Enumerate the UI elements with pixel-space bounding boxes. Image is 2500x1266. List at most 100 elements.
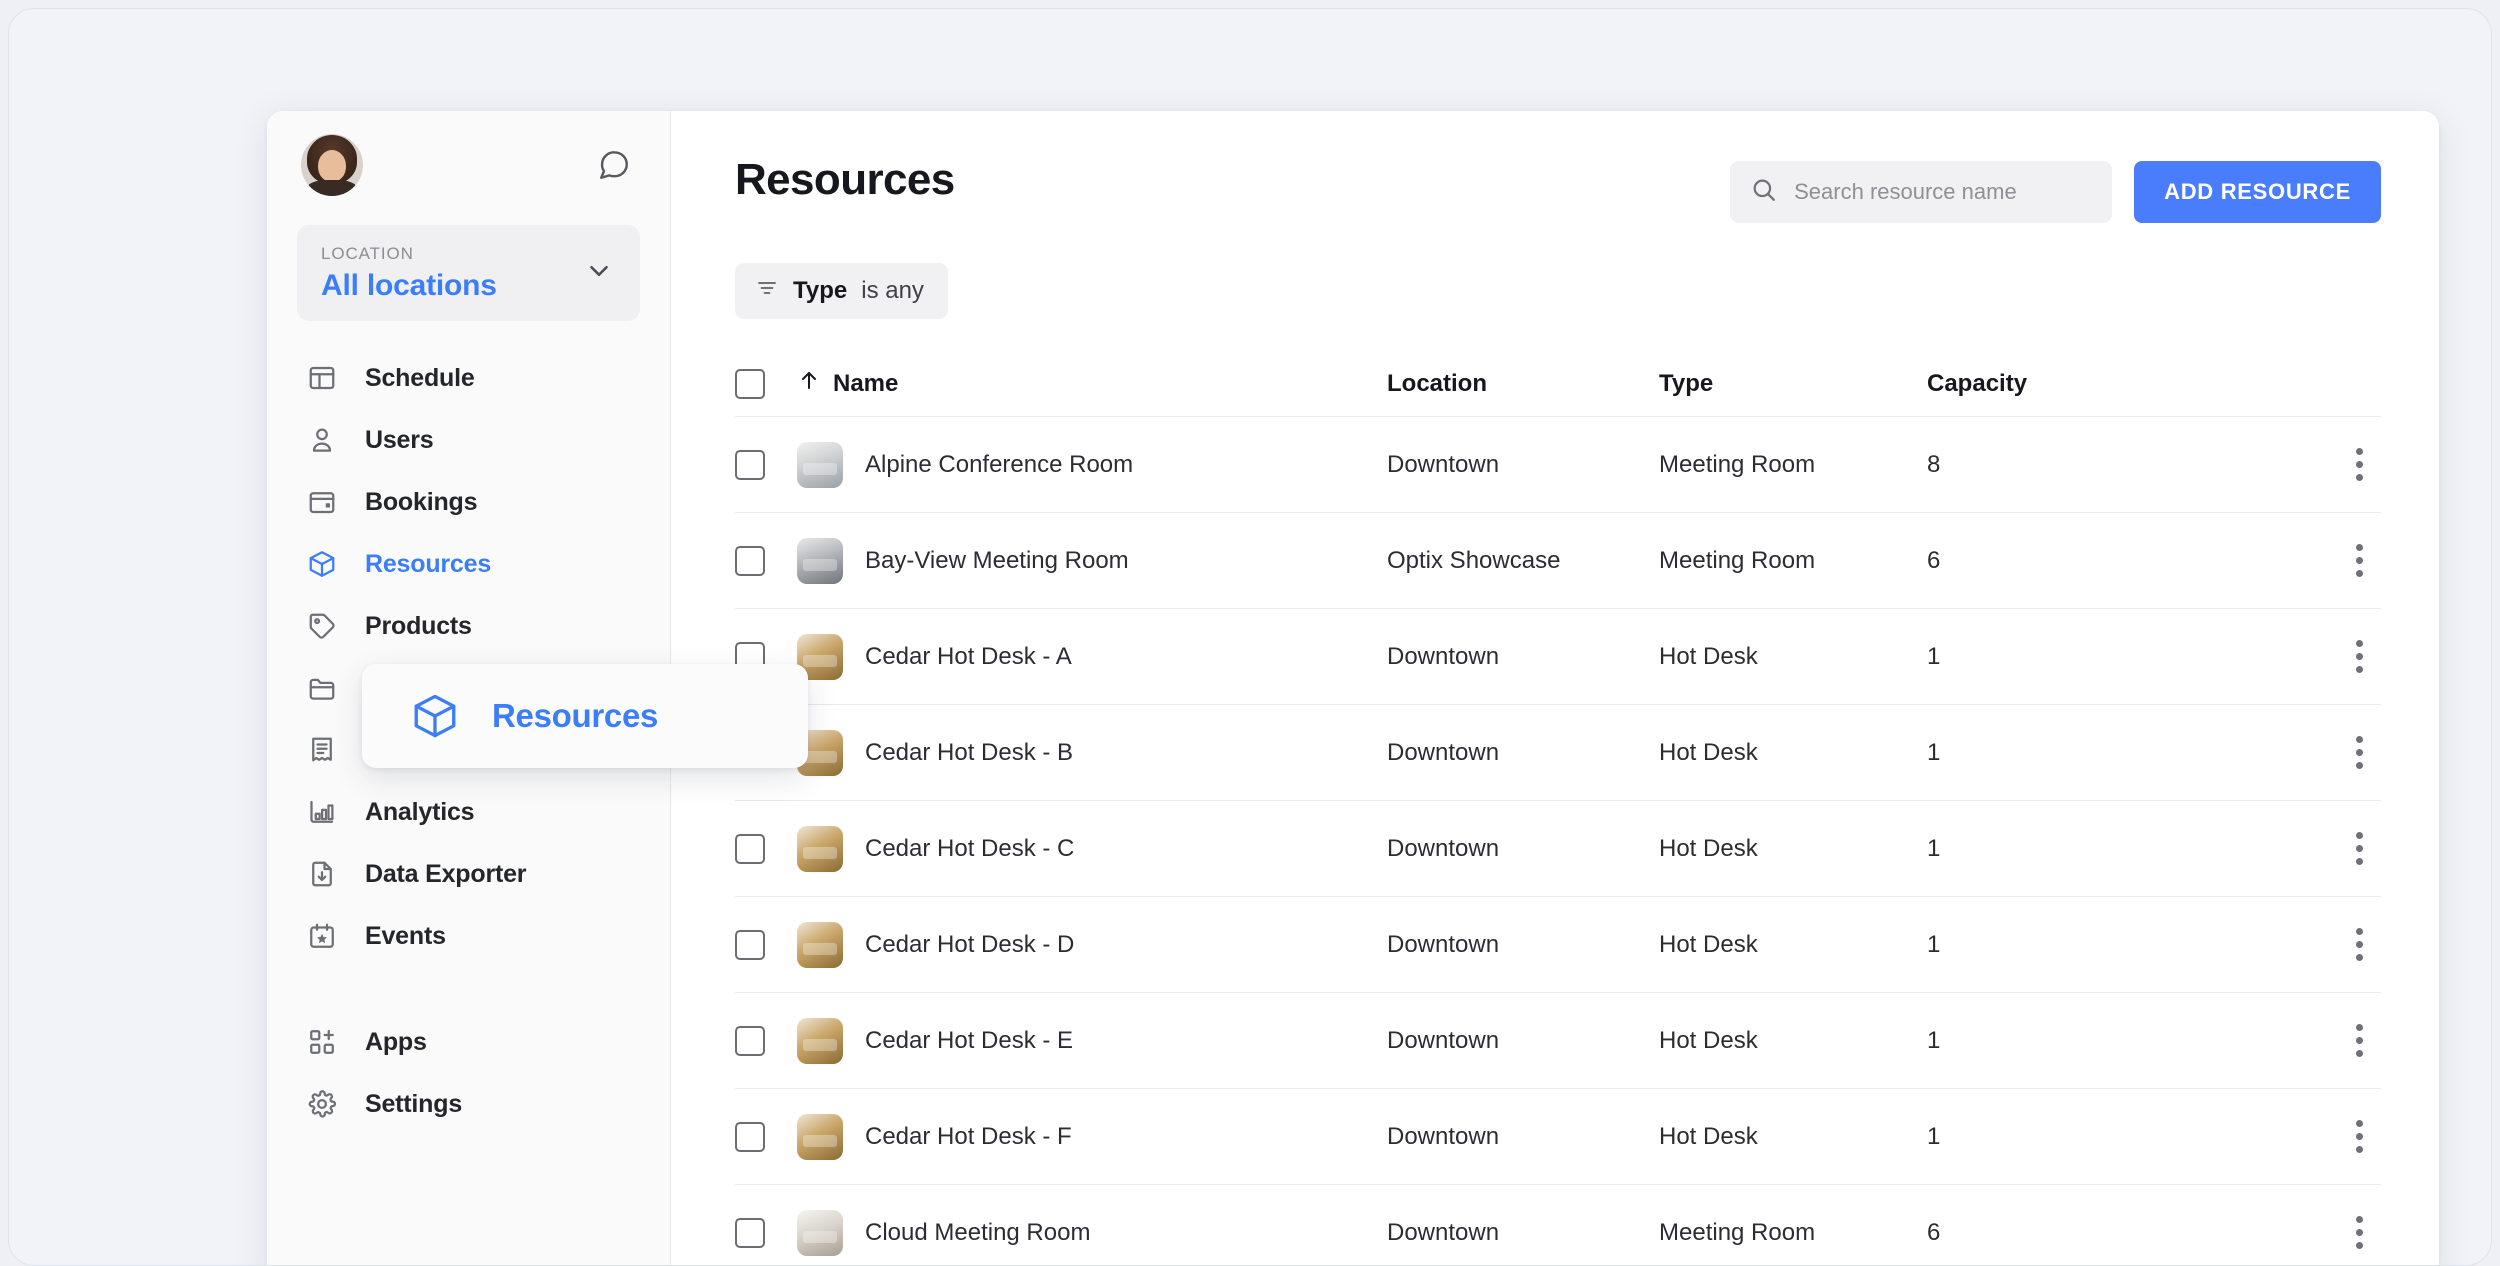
sidebar-item-label: Products bbox=[365, 611, 472, 640]
cell-capacity: 8 bbox=[1927, 450, 1941, 478]
table-row[interactable]: Cedar Hot Desk - F Downtown Hot Desk 1 bbox=[735, 1089, 2381, 1185]
column-header-type[interactable]: Type bbox=[1659, 370, 1927, 398]
search-input[interactable] bbox=[1794, 179, 2093, 205]
row-checkbox[interactable] bbox=[735, 545, 765, 576]
more-vertical-icon[interactable] bbox=[2346, 1110, 2373, 1163]
resource-name: Cedar Hot Desk - A bbox=[865, 642, 1072, 670]
sidebar-item-data-exporter[interactable]: Data Exporter bbox=[297, 843, 640, 905]
layout-icon bbox=[305, 361, 339, 395]
table-row[interactable]: Cedar Hot Desk - C Downtown Hot Desk 1 bbox=[735, 801, 2381, 897]
more-vertical-icon[interactable] bbox=[2346, 438, 2373, 491]
resources-tooltip-card[interactable]: Resources bbox=[362, 664, 808, 768]
select-all-checkbox[interactable] bbox=[735, 368, 765, 399]
column-header-label: Type bbox=[1659, 369, 1714, 397]
row-checkbox[interactable] bbox=[735, 929, 765, 960]
table-row[interactable]: Cedar Hot Desk - D Downtown Hot Desk 1 bbox=[735, 897, 2381, 993]
cell-name[interactable]: Bay-View Meeting Room bbox=[797, 537, 1387, 584]
sidebar-item-label: Users bbox=[365, 425, 434, 454]
cell-name[interactable]: Cedar Hot Desk - F bbox=[797, 1113, 1387, 1160]
row-checkbox[interactable] bbox=[735, 1025, 765, 1056]
sidebar-item-analytics[interactable]: Analytics bbox=[297, 781, 640, 843]
cell-capacity: 6 bbox=[1927, 546, 1941, 574]
table-row[interactable]: Cedar Hot Desk - B Downtown Hot Desk 1 bbox=[735, 705, 2381, 801]
search-box[interactable] bbox=[1730, 161, 2113, 223]
more-vertical-icon[interactable] bbox=[2346, 1206, 2373, 1259]
filter-chip-type[interactable]: Type is any bbox=[735, 263, 948, 319]
cell-name[interactable]: Alpine Conference Room bbox=[797, 441, 1387, 488]
cell-name[interactable]: Cedar Hot Desk - B bbox=[797, 729, 1387, 776]
more-vertical-icon[interactable] bbox=[2346, 630, 2373, 683]
sidebar-item-users[interactable]: Users bbox=[297, 409, 640, 471]
column-header-label: Location bbox=[1387, 369, 1487, 397]
cell-name[interactable]: Cedar Hot Desk - E bbox=[797, 1017, 1387, 1064]
app-frame: LOCATION All locations Schedule Users Bo… bbox=[8, 8, 2492, 1266]
table-row[interactable]: Bay-View Meeting Room Optix Showcase Meeti… bbox=[735, 513, 2381, 609]
sidebar-item-label: Apps bbox=[365, 1027, 427, 1056]
sidebar-item-products[interactable]: Products bbox=[297, 595, 640, 657]
column-header-location[interactable]: Location bbox=[1387, 370, 1659, 398]
folder-icon bbox=[305, 671, 339, 705]
table-row[interactable]: Alpine Conference Room Downtown Meeting Ro… bbox=[735, 417, 2381, 513]
column-header-name[interactable]: Name bbox=[797, 368, 1387, 399]
resource-thumbnail bbox=[797, 921, 843, 968]
resources-table: Name Location Type Capacity Alpine Confe… bbox=[671, 351, 2439, 1265]
chevron-down-icon[interactable] bbox=[584, 256, 614, 291]
file-download-icon bbox=[305, 857, 339, 891]
row-checkbox[interactable] bbox=[735, 833, 765, 864]
table-row[interactable]: Cloud Meeting Room Downtown Meeting Room 6 bbox=[735, 1185, 2381, 1265]
chat-bubble-icon[interactable] bbox=[592, 143, 636, 187]
row-checkbox[interactable] bbox=[735, 1217, 765, 1248]
resource-name: Cloud Meeting Room bbox=[865, 1218, 1091, 1246]
row-checkbox[interactable] bbox=[735, 449, 765, 480]
cell-type: Meeting Room bbox=[1659, 546, 1816, 574]
page-header: Resources ADD RESOURCE bbox=[671, 111, 2439, 223]
cell-name[interactable]: Cedar Hot Desk - D bbox=[797, 921, 1387, 968]
resource-thumbnail bbox=[797, 1017, 843, 1064]
cell-capacity: 1 bbox=[1927, 1122, 1941, 1150]
resource-name: Cedar Hot Desk - F bbox=[865, 1122, 1072, 1150]
avatar[interactable] bbox=[301, 134, 363, 196]
more-vertical-icon[interactable] bbox=[2346, 918, 2373, 971]
sidebar-item-apps[interactable]: Apps bbox=[297, 1011, 640, 1073]
sidebar-item-label: Bookings bbox=[365, 487, 478, 516]
bookings-icon bbox=[305, 485, 339, 519]
cell-type: Hot Desk bbox=[1659, 1122, 1758, 1150]
tooltip-label: Resources bbox=[492, 697, 659, 734]
resource-name: Alpine Conference Room bbox=[865, 450, 1134, 478]
more-vertical-icon[interactable] bbox=[2346, 534, 2373, 587]
add-resource-button[interactable]: ADD RESOURCE bbox=[2134, 161, 2381, 223]
table-body: Alpine Conference Room Downtown Meeting Ro… bbox=[735, 417, 2381, 1265]
filter-bar: Type is any bbox=[671, 223, 2439, 319]
table-row[interactable]: Cedar Hot Desk - E Downtown Hot Desk 1 bbox=[735, 993, 2381, 1089]
more-vertical-icon[interactable] bbox=[2346, 1014, 2373, 1067]
column-header-capacity[interactable]: Capacity bbox=[1927, 370, 2167, 398]
sidebar-item-label: Resources bbox=[365, 549, 492, 578]
row-checkbox[interactable] bbox=[735, 1121, 765, 1152]
cell-name[interactable]: Cloud Meeting Room bbox=[797, 1209, 1387, 1256]
row-actions-cell bbox=[2167, 1206, 2381, 1259]
cell-location: Downtown bbox=[1387, 930, 1500, 958]
sidebar-item-bookings[interactable]: Bookings bbox=[297, 471, 640, 533]
location-selector[interactable]: LOCATION All locations bbox=[297, 225, 640, 321]
cell-name[interactable]: Cedar Hot Desk - A bbox=[797, 633, 1387, 680]
cell-type: Meeting Room bbox=[1659, 1218, 1816, 1246]
table-row[interactable]: Cedar Hot Desk - A Downtown Hot Desk 1 bbox=[735, 609, 2381, 705]
more-vertical-icon[interactable] bbox=[2346, 726, 2373, 779]
sidebar-item-resources[interactable]: Resources bbox=[297, 533, 640, 595]
more-vertical-icon[interactable] bbox=[2346, 822, 2373, 875]
cell-location: Optix Showcase bbox=[1387, 546, 1561, 574]
row-select-cell bbox=[735, 929, 797, 960]
sidebar-top-bar bbox=[297, 111, 640, 219]
row-select-cell bbox=[735, 1025, 797, 1056]
sidebar-item-settings[interactable]: Settings bbox=[297, 1073, 640, 1135]
cell-name[interactable]: Cedar Hot Desk - C bbox=[797, 825, 1387, 872]
cell-capacity: 1 bbox=[1927, 642, 1941, 670]
cell-type: Meeting Room bbox=[1659, 450, 1816, 478]
row-actions-cell bbox=[2167, 534, 2381, 587]
sidebar-item-label: Analytics bbox=[365, 797, 475, 826]
sidebar-item-schedule[interactable]: Schedule bbox=[297, 347, 640, 409]
sidebar-item-events[interactable]: Events bbox=[297, 905, 640, 967]
resource-thumbnail bbox=[797, 441, 843, 488]
tag-icon bbox=[305, 609, 339, 643]
cell-capacity: 1 bbox=[1927, 930, 1941, 958]
